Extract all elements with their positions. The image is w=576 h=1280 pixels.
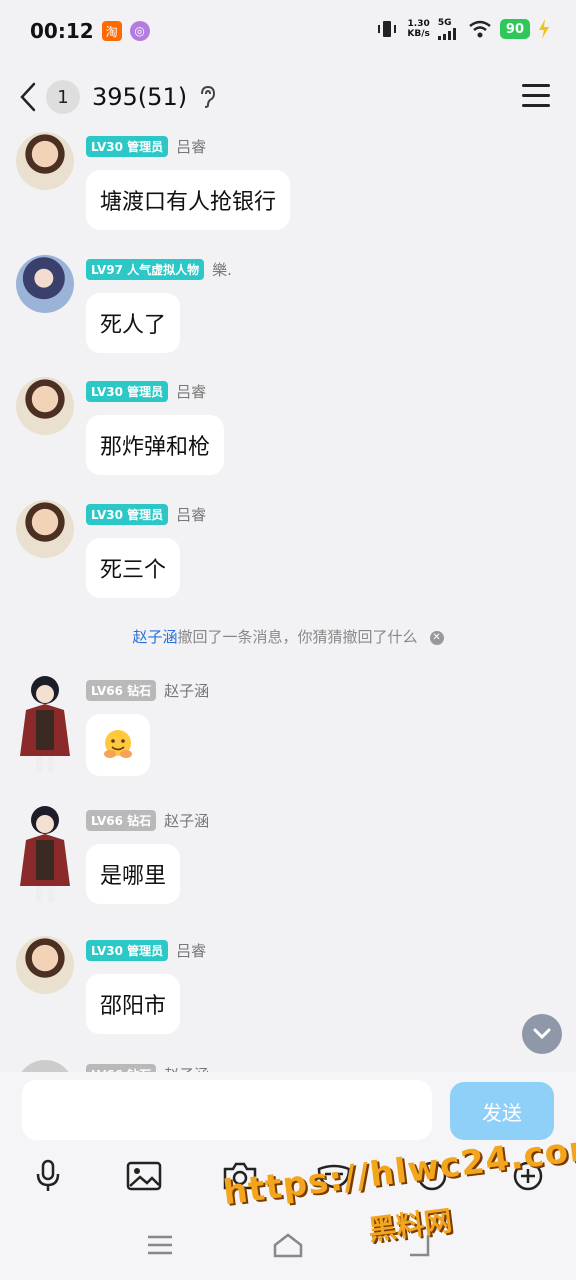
level-badge: LV66 钻石 xyxy=(86,679,157,701)
message-bubble[interactable]: 那炸弹和枪 xyxy=(86,415,225,475)
avatar[interactable] xyxy=(16,377,74,435)
home-icon[interactable] xyxy=(272,1232,304,1258)
charging-icon xyxy=(539,19,549,39)
scroll-to-bottom-button[interactable] xyxy=(522,1014,562,1054)
sender-name: 樂. xyxy=(212,260,232,279)
message-meta: LV97 人气虚拟人物 樂. xyxy=(86,257,232,281)
battery-indicator: 90 xyxy=(499,19,530,39)
message-meta: LV30 管理员 吕睿 xyxy=(86,379,206,403)
status-indicators: 1.30 KB/s 5G 90 xyxy=(375,18,550,40)
avatar[interactable] xyxy=(16,1060,74,1072)
level-badge: LV30 管理员 xyxy=(86,380,169,402)
level-badge: LV30 管理员 xyxy=(86,135,169,157)
sender-name: 赵子涵 xyxy=(164,681,210,700)
avatar[interactable] xyxy=(16,500,74,558)
chat-header: 1 395(51) xyxy=(0,62,576,132)
message-meta: LV30 管理员 吕睿 xyxy=(86,134,206,158)
group-title[interactable]: 395(51) xyxy=(92,83,187,111)
message-meta: LV66 钻石 赵子涵 xyxy=(86,1062,209,1072)
message-meta: LV30 管理员 吕睿 xyxy=(86,938,206,962)
avatar[interactable] xyxy=(16,132,74,190)
net-speed-value: 1.30 xyxy=(407,19,430,29)
wifi-icon xyxy=(469,20,491,38)
chevron-down-icon xyxy=(533,1028,551,1040)
sender-name: 吕睿 xyxy=(176,137,207,156)
avatar[interactable] xyxy=(16,800,74,910)
sender-name: 赵子涵 xyxy=(164,1064,209,1073)
net-speed-unit: KB/s xyxy=(407,29,430,39)
ear-icon[interactable] xyxy=(197,85,217,109)
message-bubble[interactable]: 死人了 xyxy=(86,293,181,353)
unread-count-badge[interactable]: 1 xyxy=(46,80,80,114)
vibrate-icon xyxy=(378,21,397,37)
level-badge: LV30 管理员 xyxy=(86,939,169,961)
net-speed: 1.30 KB/s xyxy=(407,19,429,39)
system-nav-bar xyxy=(0,1222,576,1270)
avatar[interactable] xyxy=(16,670,74,780)
net-type: 5G xyxy=(437,18,452,28)
level-badge: LV97 人气虚拟人物 xyxy=(86,258,205,280)
message-meta: LV30 管理员 吕睿 xyxy=(86,502,206,526)
sender-name: 吕睿 xyxy=(176,382,207,401)
message-list[interactable]: LV30 管理员 吕睿 塘渡口有人抢银行 LV97 人气虚拟人物 樂. 死人了 … xyxy=(0,132,576,1072)
avatar[interactable] xyxy=(16,255,74,313)
level-badge: LV30 管理员 xyxy=(86,503,169,525)
message-bubble[interactable]: 死三个 xyxy=(86,538,181,598)
sender-name: 赵子涵 xyxy=(164,811,210,830)
message-meta: LV66 钻石 赵子涵 xyxy=(86,808,209,832)
sender-name: 吕睿 xyxy=(176,505,207,524)
sender-name: 吕睿 xyxy=(176,941,207,960)
send-button[interactable]: 发送 xyxy=(450,1082,554,1140)
recent-apps-icon[interactable] xyxy=(146,1234,174,1256)
avatar[interactable] xyxy=(16,936,74,994)
status-bar: 00:12 淘 ◎ 1.30 KB/s 5G 90 xyxy=(0,0,576,62)
recall-text: 撤回了一条消息，你猜猜撤回了什么 xyxy=(177,628,418,646)
level-badge: LV66 钻石 xyxy=(86,1063,157,1072)
hugging-face-emoji xyxy=(104,730,132,758)
level-badge: LV66 钻石 xyxy=(86,809,157,831)
back-arrow-icon[interactable] xyxy=(16,82,40,112)
message-input[interactable] xyxy=(22,1080,432,1140)
close-icon[interactable]: ✕ xyxy=(429,630,444,645)
image-icon[interactable] xyxy=(122,1154,166,1198)
signal-block: 5G xyxy=(437,18,460,40)
recall-user-link[interactable]: 赵子涵 xyxy=(132,628,177,646)
recall-notice: 赵子涵撤回了一条消息，你猜猜撤回了什么 ✕ xyxy=(0,626,576,647)
message-bubble[interactable]: 塘渡口有人抢银行 xyxy=(86,170,291,230)
signal-icon xyxy=(437,28,456,40)
message-bubble[interactable] xyxy=(86,714,150,776)
message-bubble[interactable]: 是哪里 xyxy=(86,844,181,904)
purple-app-icon: ◎ xyxy=(129,21,150,41)
taobao-icon: 淘 xyxy=(101,21,122,41)
message-meta: LV66 钻石 赵子涵 xyxy=(86,678,209,702)
message-bubble[interactable]: 邵阳市 xyxy=(86,974,181,1034)
menu-icon[interactable] xyxy=(522,84,550,108)
microphone-icon[interactable] xyxy=(26,1154,70,1198)
status-time: 00:12 xyxy=(30,19,94,43)
